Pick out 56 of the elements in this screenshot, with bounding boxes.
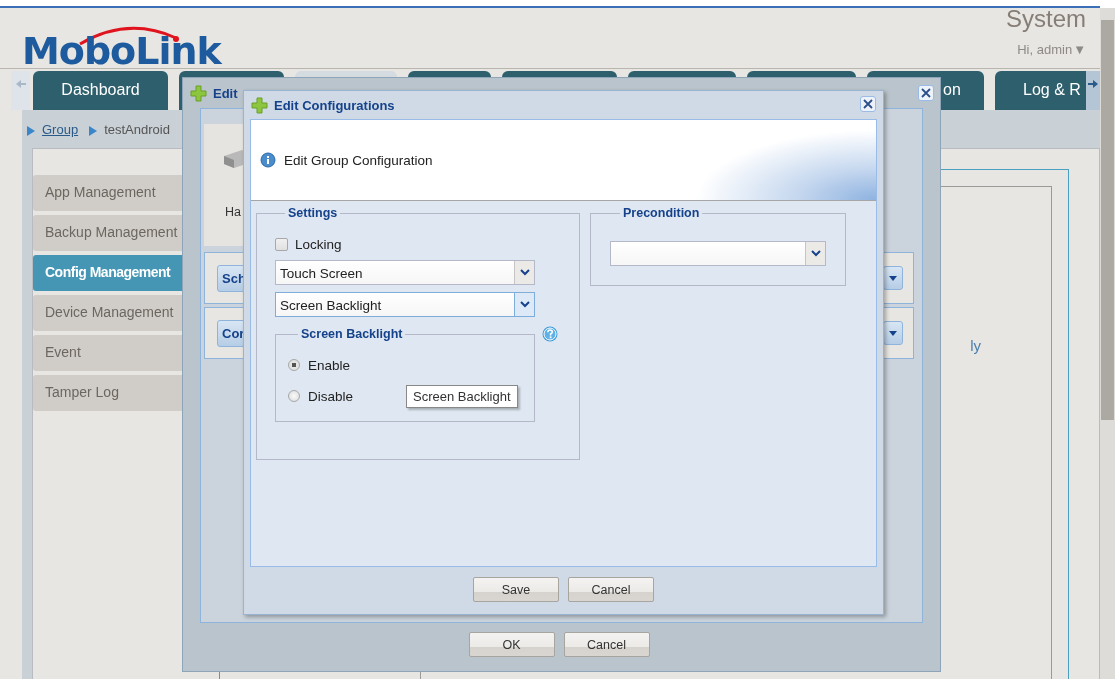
dialog-title: Edit Configurations — [274, 97, 395, 113]
breadcrumb-text: testAndroid — [104, 121, 170, 137]
arrow-right-icon — [1087, 79, 1099, 89]
sidebar-item[interactable]: App Management — [33, 175, 184, 211]
dropdown-button[interactable] — [883, 266, 903, 290]
group-legend: Settings — [285, 206, 341, 220]
dialog-button[interactable]: Cancel — [568, 577, 654, 602]
radio-button[interactable] — [288, 390, 300, 402]
banner-text: Edit Group Configuration — [284, 152, 433, 168]
info-icon — [260, 152, 276, 168]
group-legend: Precondition — [620, 206, 703, 220]
arrow-left-icon — [15, 79, 26, 89]
scrollbar-thumb[interactable] — [1101, 20, 1114, 420]
caret-icon — [888, 329, 898, 337]
card-label: Ha — [225, 205, 241, 219]
caret-icon — [888, 274, 898, 282]
sidebar-item[interactable]: Tamper Log — [33, 375, 184, 411]
nav-tab[interactable]: Log & R — [995, 71, 1086, 110]
dropdown-button[interactable] — [883, 321, 903, 345]
scroll-left-button[interactable] — [11, 71, 30, 110]
dialog-title: Edit — [213, 85, 238, 101]
checkbox[interactable] — [275, 237, 288, 251]
chevron-down-icon — [810, 250, 821, 257]
checkbox-label: Locking — [295, 236, 342, 252]
chevron-down-icon — [519, 269, 530, 276]
sidebar-item[interactable]: Device Management — [33, 295, 184, 331]
dialog-button[interactable]: Save — [473, 577, 559, 602]
radio-label: Disable — [308, 388, 354, 404]
tooltip: Screen Backlight — [406, 385, 518, 408]
dialog-button[interactable]: OK — [468, 632, 555, 657]
triangle-right-icon — [88, 124, 99, 137]
dropdown-field[interactable] — [610, 241, 826, 266]
nav-tab[interactable]: Dashboard — [33, 71, 168, 110]
scroll-right-button[interactable] — [1086, 71, 1100, 110]
plus-icon — [251, 96, 268, 114]
chevron-down-icon — [519, 301, 530, 308]
radio-button[interactable] — [288, 359, 300, 371]
help-icon[interactable] — [542, 326, 558, 342]
close-icon — [862, 98, 874, 110]
close-button[interactable] — [860, 96, 876, 112]
dialog-button[interactable]: Cancel — [563, 632, 650, 657]
close-icon — [920, 87, 932, 99]
breadcrumb-link[interactable]: Group — [42, 121, 79, 137]
sidebar-item[interactable]: Config Management — [33, 255, 184, 291]
radio-label: Enable — [308, 357, 351, 373]
content-text: ly — [970, 337, 981, 356]
sidebar-item[interactable]: Backup Management — [33, 215, 184, 251]
sidebar-item[interactable]: Event — [33, 335, 184, 371]
close-button[interactable] — [918, 85, 934, 101]
group-legend: Screen Backlight — [298, 327, 406, 341]
plus-icon — [190, 84, 207, 102]
triangle-right-icon — [26, 124, 36, 137]
dropdown-field[interactable]: Touch Screen — [275, 260, 535, 285]
dropdown-field[interactable]: Screen Backlight — [275, 292, 535, 317]
scrollbar[interactable] — [1100, 8, 1115, 679]
system-title: System — [1006, 5, 1086, 33]
